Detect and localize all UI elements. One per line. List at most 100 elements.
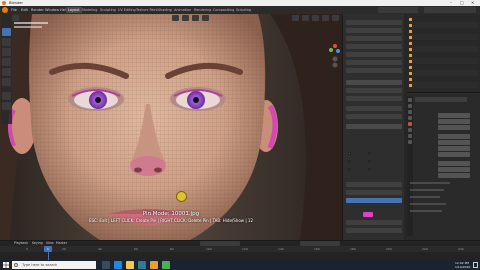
- np-button-8[interactable]: [346, 80, 402, 85]
- location-y-field[interactable]: [438, 119, 470, 124]
- blender-menu-icon[interactable]: [2, 7, 8, 13]
- pivot-button[interactable]: [182, 15, 189, 21]
- annotate-tool[interactable]: [2, 92, 11, 100]
- np-button-3[interactable]: [346, 36, 402, 41]
- measure-tool[interactable]: [2, 102, 11, 110]
- radio-option-1[interactable]: [348, 152, 351, 155]
- data-tab-icon[interactable]: [408, 140, 412, 144]
- scale-z-field[interactable]: [438, 173, 470, 178]
- proportional-edit-button[interactable]: [202, 15, 209, 21]
- radio-option-5[interactable]: [348, 168, 351, 171]
- np-button-6[interactable]: [346, 60, 402, 65]
- np-button-4[interactable]: [346, 44, 402, 49]
- shading-material-button[interactable]: [332, 15, 339, 21]
- collection-icon: [409, 17, 412, 21]
- np-button-2[interactable]: [346, 28, 402, 33]
- outliner-row[interactable]: [409, 82, 478, 88]
- tab-sculpting[interactable]: Sculpting: [98, 7, 118, 13]
- tick-label: 0: [26, 247, 28, 251]
- output-tab-icon[interactable]: [408, 110, 412, 114]
- taskbar-search-input[interactable]: Type here to search: [12, 261, 96, 269]
- file-explorer-icon[interactable]: [126, 261, 134, 269]
- 3d-viewport[interactable]: [0, 14, 342, 240]
- cursor-tool[interactable]: [2, 38, 11, 46]
- tab-scripting[interactable]: Scripting: [234, 7, 253, 13]
- app-icon[interactable]: [162, 261, 170, 269]
- tick-label: 60: [134, 247, 138, 251]
- object-icon: [409, 41, 412, 45]
- store-icon[interactable]: [138, 261, 146, 269]
- snap-button[interactable]: [192, 15, 199, 21]
- radio-option-6[interactable]: [368, 168, 371, 171]
- scale-tool[interactable]: [2, 68, 11, 76]
- clock-date[interactable]: 1/10/2020: [455, 265, 470, 269]
- menu-file[interactable]: File: [9, 7, 19, 13]
- np-button-9[interactable]: [346, 88, 402, 93]
- np-active-slider[interactable]: [346, 198, 402, 203]
- tick-label: 40: [98, 247, 102, 251]
- object-tab-icon[interactable]: [408, 122, 412, 126]
- navigation-gizmo[interactable]: [328, 40, 342, 70]
- tab-compositing[interactable]: Compositing: [211, 7, 236, 13]
- scene-selector[interactable]: [378, 7, 418, 13]
- np-field-2[interactable]: [346, 190, 402, 195]
- np-field-4[interactable]: [346, 228, 402, 233]
- tab-modeling[interactable]: Modeling: [80, 7, 99, 13]
- shading-solid-button[interactable]: [322, 15, 329, 21]
- np-button-11[interactable]: [346, 106, 402, 111]
- radio-option-3[interactable]: [348, 160, 351, 163]
- object-icon: [409, 23, 412, 27]
- xray-button[interactable]: [302, 15, 309, 21]
- tick-label: 120: [242, 247, 248, 251]
- rotation-y-field[interactable]: [438, 140, 470, 145]
- np-button-10[interactable]: [346, 96, 402, 101]
- tab-animation[interactable]: Animation: [172, 7, 193, 13]
- np-field-1[interactable]: [346, 182, 402, 187]
- np-button-1[interactable]: [346, 20, 402, 25]
- editor-type-button[interactable]: [12, 15, 19, 21]
- np-button-5[interactable]: [346, 52, 402, 57]
- outliner: [407, 14, 480, 92]
- np-button-13[interactable]: [346, 124, 402, 129]
- rotate-tool[interactable]: [2, 58, 11, 66]
- shading-wireframe-button[interactable]: [312, 15, 319, 21]
- blender-taskbar-icon[interactable]: [150, 261, 158, 269]
- edge-icon[interactable]: [114, 261, 122, 269]
- scene-tab-icon[interactable]: [408, 116, 412, 120]
- pin-mode-title: Pin Mode: 10001.jpg: [142, 211, 200, 217]
- timeline-ruler[interactable]: 0 20 40 60 80 100 120 140 160 180 200 22…: [0, 246, 480, 252]
- location-z-field[interactable]: [438, 125, 470, 130]
- radio-option-2[interactable]: [368, 152, 371, 155]
- object-icon: [409, 29, 412, 33]
- modifier-tab-icon[interactable]: [408, 128, 412, 132]
- select-tool[interactable]: [2, 28, 11, 36]
- tick-label: 220: [422, 247, 428, 251]
- tick-label: 100: [206, 247, 212, 251]
- move-tool[interactable]: [2, 48, 11, 56]
- transform-orientation-button[interactable]: [172, 15, 179, 21]
- transform-tool[interactable]: [2, 78, 11, 86]
- object-name-field[interactable]: [415, 97, 467, 102]
- location-x-field[interactable]: [438, 113, 470, 118]
- collapsed-panels: [410, 182, 470, 232]
- windows-start-icon[interactable]: [2, 261, 10, 269]
- tool-tab-icon[interactable]: [408, 98, 412, 102]
- notification-icon[interactable]: [473, 262, 478, 268]
- radio-option-4[interactable]: [368, 160, 371, 163]
- np-field-3[interactable]: [346, 220, 402, 225]
- rotation-x-field[interactable]: [438, 134, 470, 139]
- rotation-mode-field[interactable]: [438, 152, 470, 157]
- render-tab-icon[interactable]: [408, 104, 412, 108]
- face-image: [0, 14, 342, 240]
- np-button-12[interactable]: [346, 114, 402, 119]
- scale-y-field[interactable]: [438, 167, 470, 172]
- task-view-icon[interactable]: [102, 261, 110, 269]
- view-layer-selector[interactable]: [424, 7, 476, 13]
- np-button-7[interactable]: [346, 68, 402, 73]
- pin-color-swatch[interactable]: [363, 212, 373, 217]
- rotation-z-field[interactable]: [438, 146, 470, 151]
- overlays-button[interactable]: [292, 15, 299, 21]
- scale-x-field[interactable]: [438, 161, 470, 166]
- constraint-tab-icon[interactable]: [408, 134, 412, 138]
- object-icon: [409, 47, 412, 51]
